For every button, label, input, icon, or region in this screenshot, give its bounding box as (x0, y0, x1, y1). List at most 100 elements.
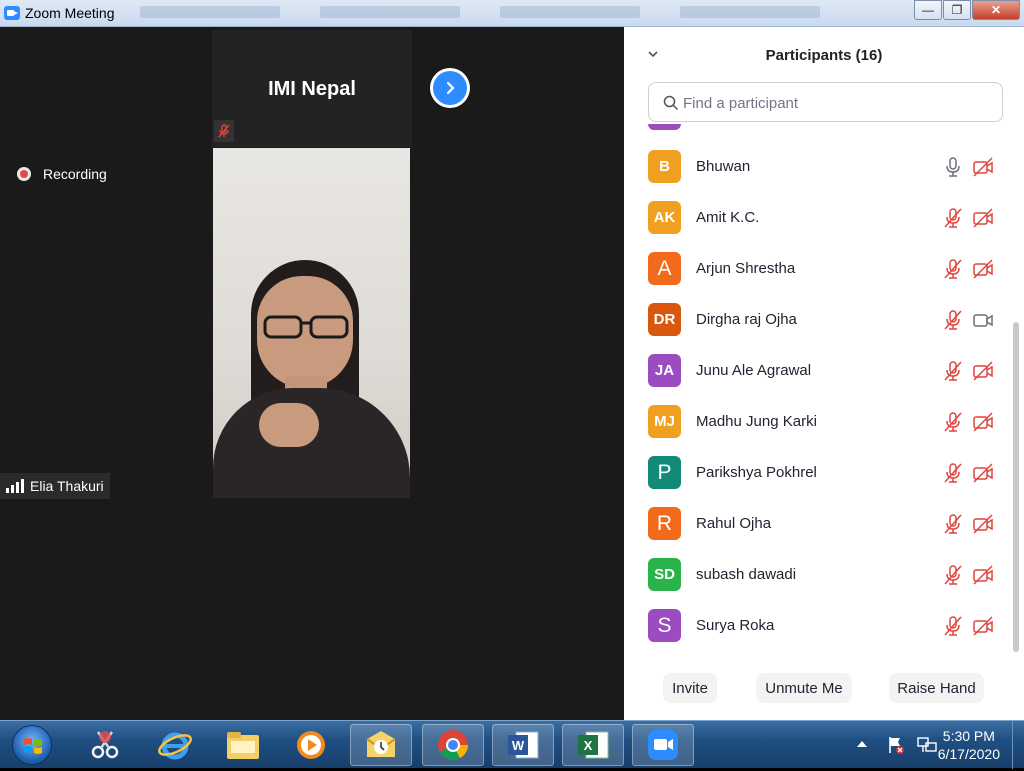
avatar: JA (648, 354, 681, 387)
mic-muted-icon[interactable] (942, 513, 964, 535)
outlook-icon[interactable] (350, 724, 412, 766)
participants-header: Participants (16) (624, 27, 1024, 82)
host-name-tile[interactable]: IMI Nepal (212, 30, 412, 147)
mic-muted-icon[interactable] (942, 411, 964, 433)
zoom-window: Zoom Meeting — ❐ ✕ Recording IMI Nepal E… (0, 0, 1024, 720)
avatar: DR (648, 303, 681, 336)
participant-row[interactable]: P Parikshya Pokhrel (624, 447, 1012, 498)
participants-footer: Invite Unmute Me Raise Hand (624, 667, 1024, 717)
zoom-icon[interactable] (632, 724, 694, 766)
participant-list-scrollbar[interactable] (1013, 322, 1019, 652)
avatar: A (648, 252, 681, 285)
raise-hand-button[interactable]: Raise Hand (889, 673, 984, 703)
window-controls: — ❐ ✕ (913, 0, 1020, 20)
network-icon[interactable] (916, 735, 938, 755)
minimize-button[interactable]: — (914, 0, 942, 20)
video-off-icon[interactable] (972, 360, 994, 382)
mic-muted-icon[interactable] (942, 207, 964, 229)
participant-name: Parikshya Pokhrel (696, 464, 817, 481)
avatar: P (648, 456, 681, 489)
video-icon[interactable] (972, 309, 994, 331)
video-off-icon[interactable] (972, 258, 994, 280)
connection-signal-icon (6, 479, 24, 493)
participant-row[interactable]: SD subash dawadi (624, 549, 1012, 600)
participant-name: Surya Roka (696, 617, 775, 634)
participant-list: B Bhuwan AK Amit K.C. A Arjun Shrestha DR Dirgh… (624, 124, 1012, 654)
participant-name: Rahul Ojha (696, 515, 772, 532)
taskbar-clock[interactable]: 5:30 PM 6/17/2020 (938, 727, 1000, 763)
search-input[interactable] (683, 92, 983, 114)
video-off-icon[interactable] (972, 411, 994, 433)
avatar (648, 124, 681, 130)
participant-row[interactable]: JA Junu Ale Agrawal (624, 345, 1012, 396)
avatar: R (648, 507, 681, 540)
word-icon[interactable]: W (492, 724, 554, 766)
participant-row[interactable]: MJ Madhu Jung Karki (624, 396, 1012, 447)
title-bar: Zoom Meeting — ❐ ✕ (0, 0, 1024, 27)
clock-date: 6/17/2020 (937, 746, 1000, 762)
restore-button[interactable]: ❐ (943, 0, 971, 20)
next-page-button[interactable] (430, 68, 470, 108)
speaker-name-tag: Elia Thakuri (0, 473, 110, 499)
participant-name: Bhuwan (696, 158, 751, 175)
video-off-icon[interactable] (972, 615, 994, 637)
windows-taskbar: W X 5:30 PM 6/17/2020 (0, 720, 1024, 769)
background-windows (140, 6, 880, 22)
unmute-me-button[interactable]: Unmute Me (756, 673, 852, 703)
media-player-icon[interactable] (280, 724, 342, 766)
video-off-icon[interactable] (972, 207, 994, 229)
mic-muted-icon[interactable] (942, 615, 964, 637)
windows-logo-icon (12, 725, 52, 765)
close-button[interactable]: ✕ (972, 0, 1020, 20)
mic-muted-icon[interactable] (942, 360, 964, 382)
internet-explorer-icon[interactable] (144, 724, 206, 766)
video-area: Recording IMI Nepal Elia Thakuri (0, 27, 624, 720)
participant-name: Junu Ale Agrawal (696, 362, 812, 379)
mic-muted-icon[interactable] (942, 258, 964, 280)
avatar: B (648, 150, 681, 183)
video-off-icon[interactable] (972, 462, 994, 484)
video-off-icon[interactable] (972, 513, 994, 535)
chevron-right-icon (433, 71, 467, 105)
participant-name: Arjun Shrestha (696, 260, 796, 277)
mic-muted-icon[interactable] (942, 564, 964, 586)
start-button[interactable] (4, 723, 60, 767)
window-title: Zoom Meeting (25, 5, 115, 21)
show-desktop-button[interactable] (1012, 721, 1024, 769)
mic-muted-icon[interactable] (942, 462, 964, 484)
search-icon (663, 95, 679, 111)
speaker-name: Elia Thakuri (30, 478, 104, 494)
clock-time: 5:30 PM (942, 728, 995, 744)
file-explorer-icon[interactable] (212, 724, 274, 766)
participant-search[interactable] (648, 82, 1003, 122)
chevron-up-icon[interactable] (856, 739, 868, 749)
recording-indicator[interactable]: Recording (17, 166, 107, 182)
participant-row[interactable]: A Arjun Shrestha (624, 243, 1012, 294)
mic-icon[interactable] (942, 156, 964, 178)
snipping-tool-icon[interactable] (74, 724, 136, 766)
chrome-icon[interactable] (422, 724, 484, 766)
participant-name: Dirgha raj Ojha (696, 311, 797, 328)
action-center-flag-icon[interactable] (886, 735, 906, 755)
excel-icon[interactable]: X (562, 724, 624, 766)
svg-text:X: X (584, 738, 593, 753)
participants-panel: Participants (16) B Bhuwan AK Amit K.C. A Arj… (624, 27, 1024, 720)
recording-icon (17, 167, 31, 181)
muted-mic-icon (214, 120, 234, 142)
video-off-icon[interactable] (972, 156, 994, 178)
participant-name: Madhu Jung Karki (696, 413, 817, 430)
participant-name: subash dawadi (696, 566, 797, 583)
video-off-icon[interactable] (972, 564, 994, 586)
participant-row[interactable]: S Surya Roka (624, 600, 1012, 651)
mic-muted-icon[interactable] (942, 309, 964, 331)
recording-label: Recording (43, 166, 107, 182)
host-tile-name: IMI Nepal (268, 78, 356, 100)
participants-title: Participants (16) (765, 47, 883, 64)
invite-button[interactable]: Invite (663, 673, 717, 703)
active-speaker-video[interactable] (213, 148, 410, 498)
participant-row[interactable]: B Bhuwan (624, 141, 1012, 192)
zoom-app-icon (4, 6, 20, 20)
participant-row[interactable]: R Rahul Ojha (624, 498, 1012, 549)
participant-row[interactable]: AK Amit K.C. (624, 192, 1012, 243)
participant-row[interactable]: DR Dirgha raj Ojha (624, 294, 1012, 345)
